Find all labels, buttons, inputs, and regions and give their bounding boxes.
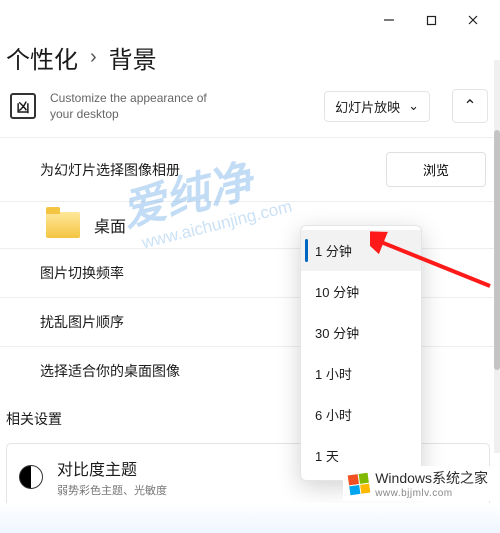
- source-badge: Windows系统之家 www.bjjmlv.com: [343, 466, 494, 501]
- background-setting-row: 凶 Customize the appearance of your deskt…: [0, 85, 500, 137]
- dropdown-item-1min[interactable]: 1 分钟: [301, 230, 421, 271]
- minimize-button[interactable]: [368, 4, 410, 36]
- album-label: 为幻灯片选择图像相册: [40, 160, 386, 180]
- dropdown-item-6h[interactable]: 6 小时: [301, 394, 421, 435]
- dropdown-item-30min[interactable]: 30 分钟: [301, 312, 421, 353]
- frequency-row[interactable]: 图片切换频率: [0, 249, 500, 298]
- contrast-title: 对比度主题: [57, 456, 167, 480]
- collapse-button[interactable]: ⌃: [452, 89, 488, 123]
- badge-tag: 系统之家: [432, 470, 488, 486]
- dropdown-item-10min[interactable]: 10 分钟: [301, 271, 421, 312]
- browse-button[interactable]: 浏览: [386, 152, 486, 187]
- album-row: 为幻灯片选择图像相册 浏览: [0, 138, 500, 202]
- badge-url: www.bjjmlv.com: [375, 488, 488, 499]
- folder-label: 桌面: [94, 213, 126, 237]
- background-description: Customize the appearance of your desktop: [50, 90, 234, 122]
- fit-row[interactable]: 选择适合你的桌面图像: [0, 347, 500, 395]
- chevron-right-icon: ›: [90, 46, 97, 69]
- close-button[interactable]: [452, 4, 494, 36]
- scrollbar-thumb[interactable]: [494, 130, 500, 370]
- selected-folder-row[interactable]: 桌面: [0, 202, 500, 249]
- breadcrumb: 个性化 › 背景: [0, 40, 500, 85]
- dropdown-value: 幻灯片放映: [335, 97, 400, 116]
- contrast-text: 对比度主题 弱势彩色主题、光敏度: [57, 456, 167, 498]
- dropdown-item-1h[interactable]: 1 小时: [301, 353, 421, 394]
- badge-brand: Windows: [375, 470, 432, 486]
- related-settings-heading: 相关设置: [0, 395, 500, 435]
- breadcrumb-current: 背景: [109, 40, 157, 75]
- chevron-down-icon: ⌄: [408, 98, 419, 114]
- personalize-icon: 凶: [10, 93, 36, 119]
- contrast-icon: [19, 465, 43, 489]
- shuffle-row[interactable]: 扰乱图片顺序: [0, 298, 500, 347]
- frequency-dropdown-menu: 1 分钟 10 分钟 30 分钟 1 小时 6 小时 1 天: [300, 225, 422, 481]
- folder-icon: [46, 212, 80, 238]
- chevron-up-icon: ⌃: [463, 96, 476, 116]
- settings-window: { "titlebar": {"min":"—","max":"❐","clos…: [0, 0, 500, 533]
- maximize-button[interactable]: [410, 4, 452, 36]
- bottom-decoration: [0, 503, 500, 533]
- background-type-dropdown[interactable]: 幻灯片放映 ⌄: [324, 91, 430, 122]
- contrast-subtitle: 弱势彩色主题、光敏度: [57, 482, 167, 498]
- windows-logo-icon: [348, 472, 371, 495]
- breadcrumb-parent[interactable]: 个性化: [6, 40, 78, 75]
- window-titlebar: [0, 0, 500, 40]
